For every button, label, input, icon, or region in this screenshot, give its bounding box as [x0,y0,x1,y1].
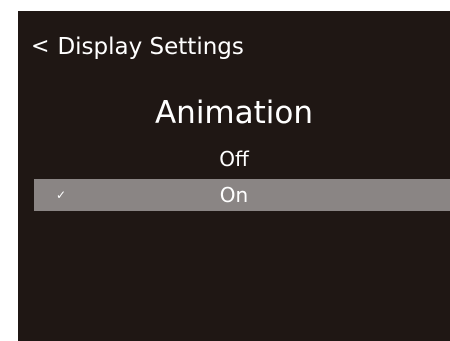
page-title: Animation [154,95,314,131]
option-on[interactable]: ✓ On [34,179,450,211]
back-chevron-icon[interactable]: < [31,31,49,63]
option-off[interactable]: Off [18,143,450,175]
display-screen: < Display Settings Animation Off ✓ On [18,11,450,341]
option-off-label[interactable]: Off [219,143,249,175]
check-icon: ✓ [56,188,67,202]
animation-options: Off ✓ On [18,143,450,211]
back-navigation[interactable]: < Display Settings [31,31,244,63]
option-on-label[interactable]: On [220,179,248,211]
header-title[interactable]: Display Settings [57,31,243,63]
